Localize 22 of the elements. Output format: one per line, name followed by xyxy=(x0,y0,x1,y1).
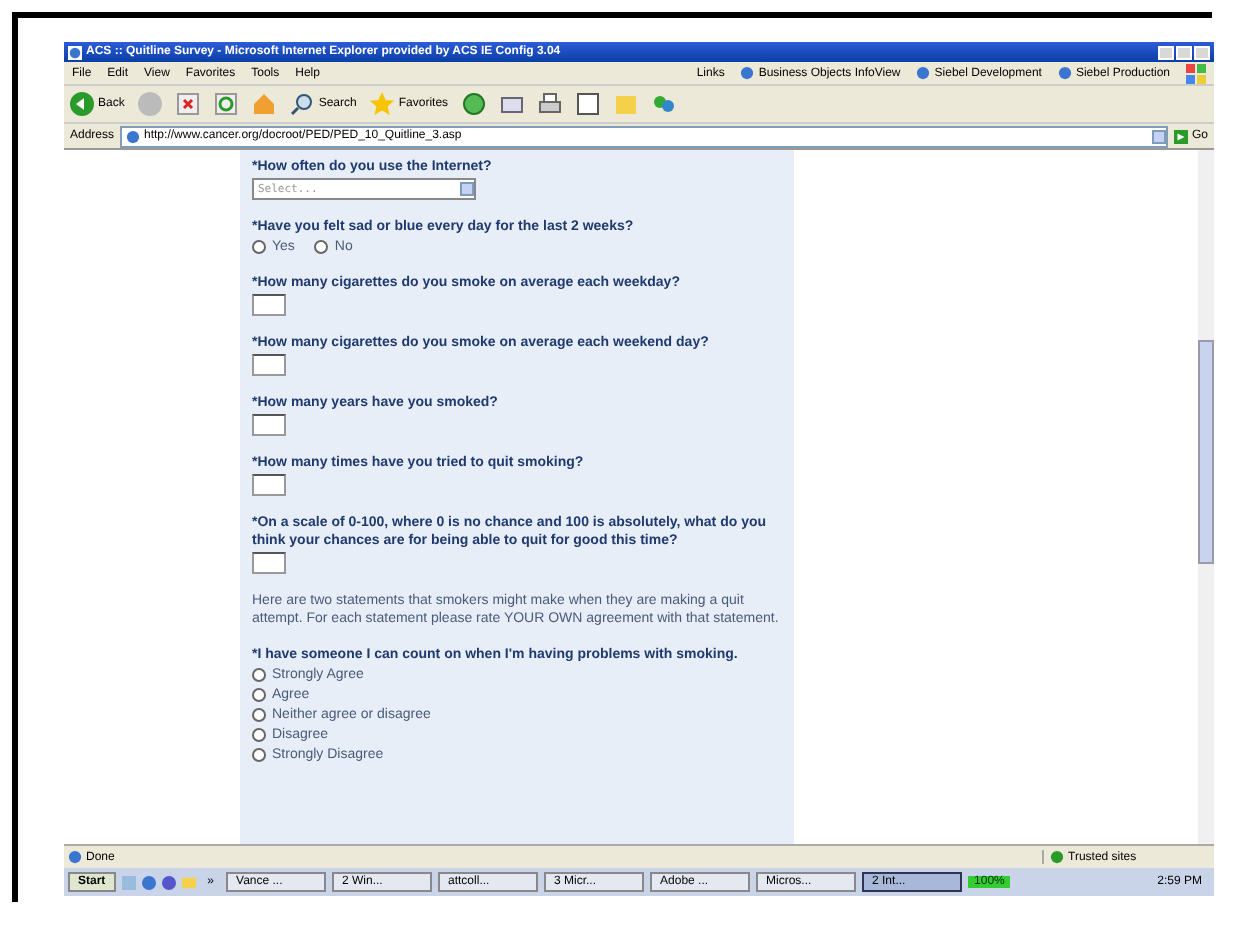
close-button[interactable] xyxy=(1194,45,1210,59)
scrollbar[interactable] xyxy=(1198,150,1214,844)
input-field[interactable] xyxy=(252,354,286,376)
star-icon xyxy=(370,92,395,116)
input-field[interactable] xyxy=(252,474,286,496)
globe-icon xyxy=(916,66,931,80)
windows-flag-icon xyxy=(1186,63,1206,83)
globe-icon xyxy=(1057,66,1072,80)
print-icon[interactable] xyxy=(538,92,563,116)
go-arrow-icon xyxy=(1173,129,1188,143)
globe-icon xyxy=(126,129,141,143)
minimize-button[interactable] xyxy=(1158,45,1174,59)
globe-icon xyxy=(68,850,82,864)
browser-icon xyxy=(68,45,82,59)
input-field[interactable] xyxy=(252,552,286,574)
globe-icon xyxy=(740,66,755,80)
maximize-button[interactable] xyxy=(1176,45,1192,59)
stop-icon[interactable] xyxy=(176,92,201,116)
search-icon xyxy=(290,92,315,116)
input-field[interactable] xyxy=(252,414,286,436)
input-field[interactable] xyxy=(252,294,286,316)
browser-icon[interactable] xyxy=(141,875,156,889)
